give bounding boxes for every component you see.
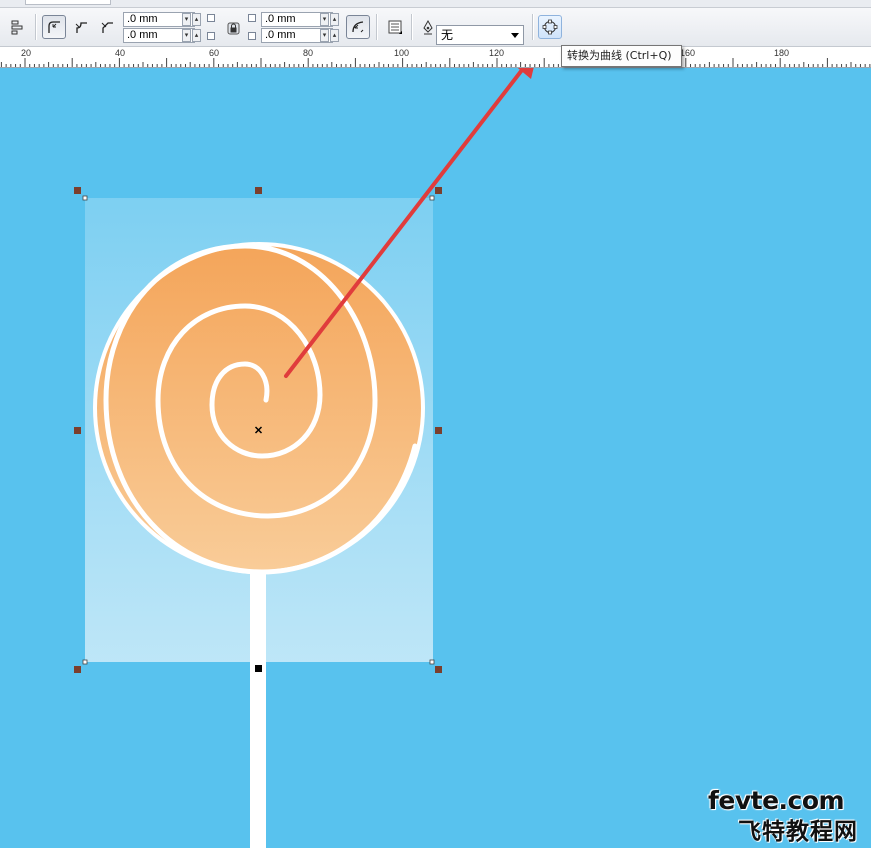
spin-down-icon[interactable]: ▾ [320, 29, 329, 42]
watermark-domain: fevte.com [708, 786, 845, 815]
ruler-label: 60 [209, 48, 220, 58]
corner-link-marker [248, 14, 256, 22]
watermark-site-name: 飞特教程网 [738, 819, 858, 845]
spin-up-icon[interactable]: ▴ [330, 29, 339, 42]
document-tab-fragment[interactable] [25, 0, 111, 5]
dropdown-arrow-icon [511, 33, 519, 38]
lollipop-stick[interactable] [250, 572, 266, 848]
ruler-label: 20 [21, 48, 32, 58]
handle-bottom-left[interactable] [74, 666, 81, 673]
handle-middle-left[interactable] [74, 427, 81, 434]
window-top-strip [0, 0, 871, 8]
ruler-label: 160 [680, 48, 696, 58]
handle-top-center[interactable] [255, 187, 262, 194]
round-corner-button[interactable] [42, 15, 66, 39]
convert-to-curves-tooltip: 转换为曲线 (Ctrl+Q) [561, 45, 682, 67]
ruler-label: 80 [303, 48, 314, 58]
ruler-label: 120 [489, 48, 505, 58]
handle-top-left[interactable] [74, 187, 81, 194]
lock-corners-icon[interactable] [221, 16, 245, 40]
spin-down-icon[interactable]: ▾ [320, 13, 329, 26]
outline-width-select[interactable]: 无 [436, 25, 524, 45]
corner-link-marker [248, 32, 256, 40]
ruler-label: 100 [394, 48, 410, 58]
property-bar: .0 mm ▾ ▴ .0 mm ▾ ▴ .0 mm ▾ ▴ .0 mm ▾ ▴ … [0, 8, 871, 47]
horizontal-ruler[interactable]: 20 40 60 80 100 120 160 180 [0, 47, 871, 68]
outline-width-value: 无 [441, 28, 454, 42]
ruler-ticks [0, 58, 871, 67]
scallop-corner-button[interactable] [69, 15, 93, 39]
drawing-canvas[interactable] [0, 68, 871, 848]
spin-up-icon[interactable]: ▴ [330, 13, 339, 26]
wrap-paragraph-text-icon[interactable] [383, 15, 407, 39]
handle-bottom-center[interactable] [255, 665, 262, 672]
spin-down-icon[interactable]: ▾ [182, 13, 191, 26]
corner-link-marker [207, 32, 215, 40]
chamfer-corner-button[interactable] [95, 15, 119, 39]
relative-corner-scaling-button[interactable] [346, 15, 370, 39]
spin-up-icon[interactable]: ▴ [192, 29, 201, 42]
object-properties-icon[interactable] [6, 15, 30, 39]
corner-link-marker [207, 14, 215, 22]
handle-top-right[interactable] [435, 187, 442, 194]
ruler-label: 180 [774, 48, 790, 58]
convert-to-curves-button[interactable] [538, 15, 562, 39]
spin-up-icon[interactable]: ▴ [192, 13, 201, 26]
ruler-label: 40 [115, 48, 126, 58]
handle-middle-right[interactable] [435, 427, 442, 434]
handle-bottom-right[interactable] [435, 666, 442, 673]
spin-down-icon[interactable]: ▾ [182, 29, 191, 42]
